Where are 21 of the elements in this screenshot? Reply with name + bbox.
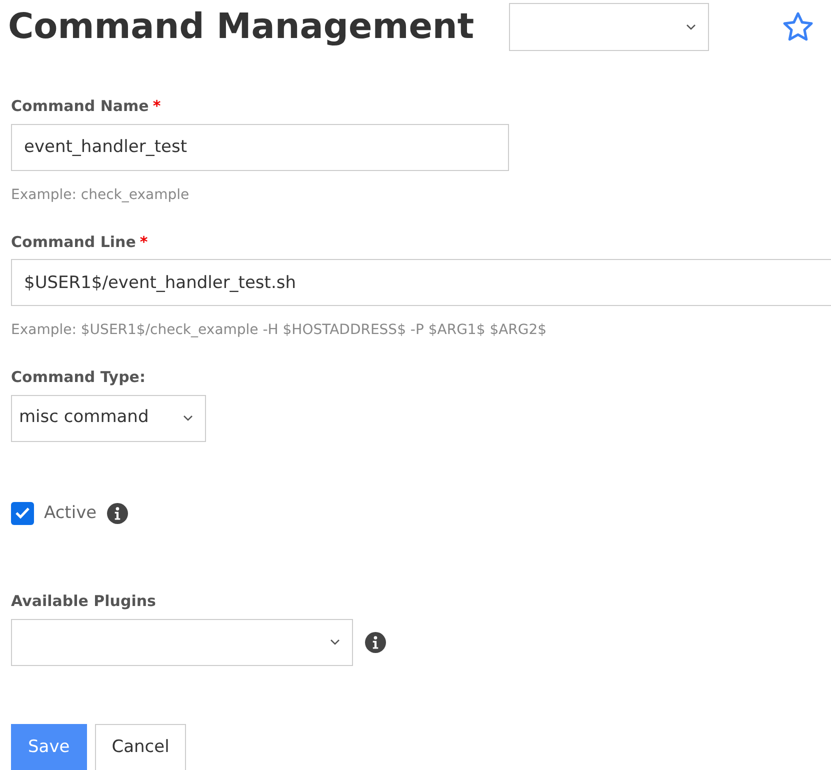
help-text: Example: check_example	[11, 186, 190, 204]
required-mark: *	[140, 232, 148, 252]
chevron-down-icon	[183, 415, 193, 421]
cancel-button[interactable]: Cancel	[94, 724, 186, 770]
text-field[interactable]: event_handler_test	[11, 124, 509, 170]
field-label: Available Plugins	[11, 591, 156, 612]
help-text: Example: $USER1$/check_example -H $HOSTADDRESS$ -P $ARG1$ $ARG2$	[11, 321, 548, 340]
chevron-down-icon	[686, 24, 696, 30]
text-field[interactable]: $USER1$/event_handler_test.sh	[11, 259, 831, 306]
required-mark: *	[152, 96, 161, 117]
select-dropdown[interactable]: misc command	[11, 394, 206, 442]
checkbox-label: Active	[44, 502, 97, 524]
page-title: Command Management	[8, 10, 474, 44]
check-icon	[15, 507, 30, 520]
info-icon[interactable]	[106, 502, 128, 524]
field-label: Command Type:	[11, 367, 146, 388]
field-label: Command Name	[11, 96, 149, 117]
field-label: Command Line	[11, 232, 136, 252]
info-icon[interactable]	[365, 632, 386, 652]
chevron-down-icon	[330, 639, 340, 645]
checkbox[interactable]	[11, 502, 34, 525]
